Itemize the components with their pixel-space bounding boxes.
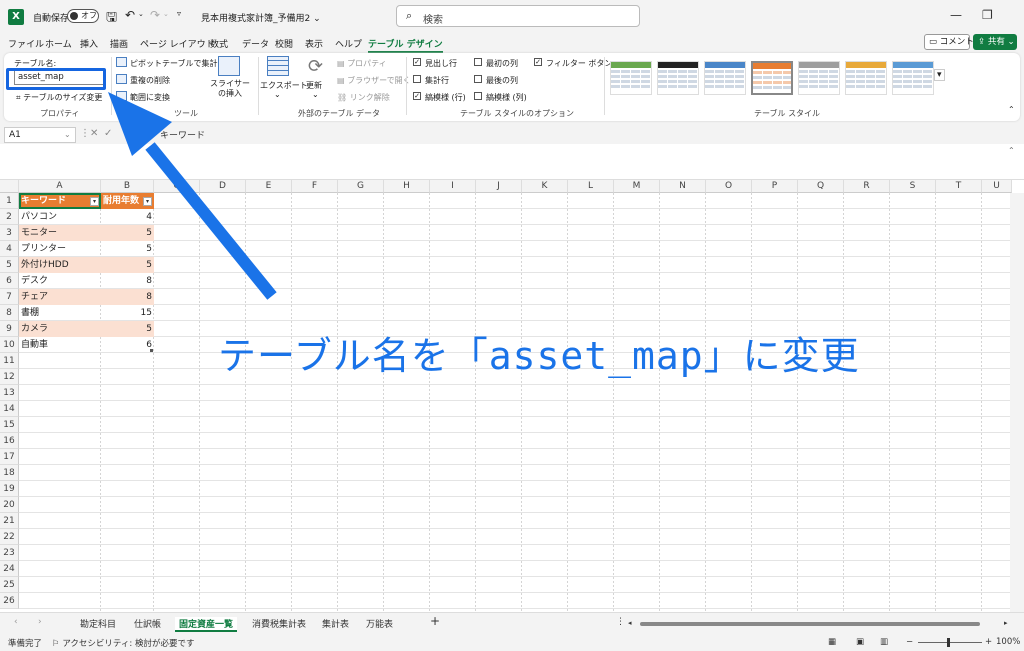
sheet-tab[interactable]: 勘定科目 bbox=[80, 617, 116, 630]
zoom-in-icon[interactable]: + bbox=[985, 637, 992, 647]
sheet-tab[interactable]: 万能表 bbox=[366, 617, 393, 630]
sheet-tabs-bar: ‹ › 勘定科目 仕訳帳 固定資産一覧 消費税集計表 集計表 万能表 + ⋮ ◂… bbox=[0, 612, 1024, 634]
prev-sheet-icon[interactable]: ‹ bbox=[14, 617, 18, 627]
zoom-slider-thumb[interactable] bbox=[947, 638, 950, 647]
add-sheet-icon[interactable]: + bbox=[430, 614, 440, 628]
status-bar: 準備完了 ⚐ アクセシビリティ: 検討が必要です ▦ ▣ ▥ − + 100% bbox=[0, 634, 1024, 651]
scroll-right-icon[interactable]: ▸ bbox=[1004, 619, 1008, 627]
scroll-left-icon[interactable]: ◂ bbox=[628, 619, 632, 627]
arrow-shaft bbox=[145, 142, 277, 300]
zoom-slider[interactable] bbox=[918, 642, 982, 643]
zoom-level[interactable]: 100% bbox=[996, 637, 1020, 647]
tab-splitter-icon[interactable]: ⋮ bbox=[616, 617, 625, 627]
horizontal-scrollbar[interactable] bbox=[640, 622, 980, 626]
normal-view-icon[interactable]: ▦ bbox=[828, 637, 836, 647]
accessibility-text: アクセシビリティ: 検討が必要です bbox=[62, 639, 195, 649]
sheet-tab[interactable]: 集計表 bbox=[322, 617, 349, 630]
sheet-tab[interactable]: 仕訳帳 bbox=[134, 617, 161, 630]
sheet-tab[interactable]: 消費税集計表 bbox=[252, 617, 306, 630]
page-break-view-icon[interactable]: ▥ bbox=[880, 637, 888, 647]
next-sheet-icon[interactable]: › bbox=[38, 617, 42, 627]
sheet-tab-active[interactable]: 固定資産一覧 bbox=[175, 617, 238, 632]
page-layout-view-icon[interactable]: ▣ bbox=[856, 637, 864, 647]
accessibility-icon: ⚐ bbox=[52, 639, 60, 649]
arrow-head-icon bbox=[108, 92, 172, 156]
status-ready: 準備完了 bbox=[8, 639, 43, 649]
accessibility-status[interactable]: ⚐ アクセシビリティ: 検討が必要です bbox=[52, 637, 194, 649]
annotation-arrow bbox=[108, 92, 277, 300]
zoom-out-icon[interactable]: − bbox=[906, 637, 913, 647]
